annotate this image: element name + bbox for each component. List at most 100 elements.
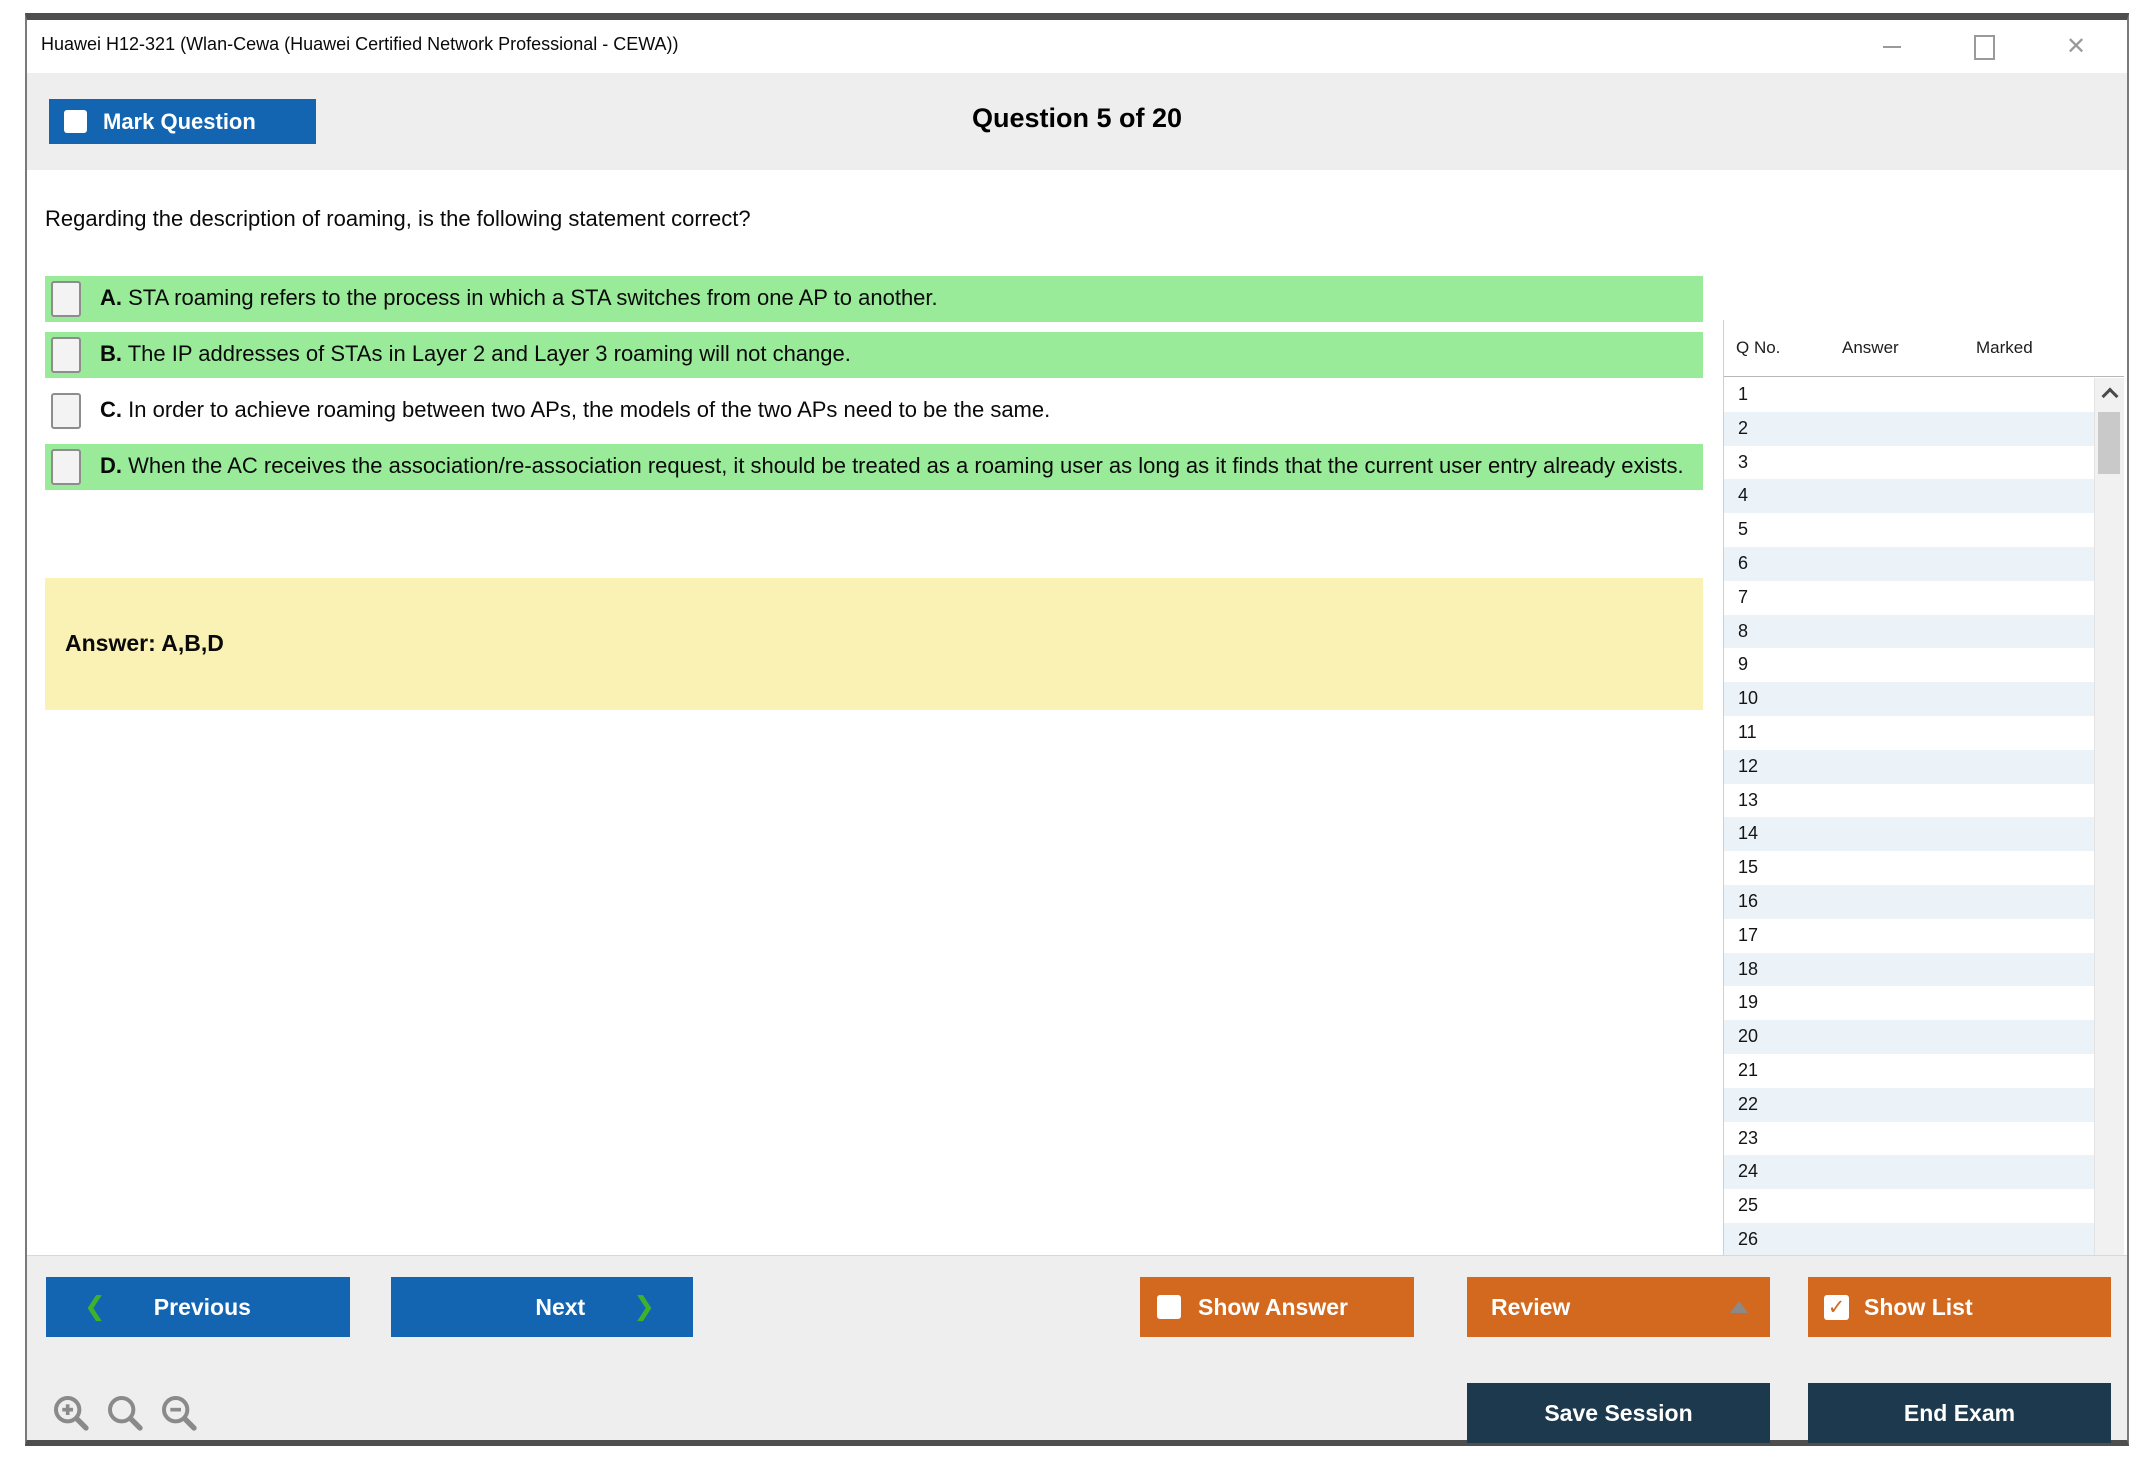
question-number: 4: [1738, 485, 1749, 506]
option-checkbox[interactable]: [51, 281, 81, 317]
window-title: Huawei H12-321 (Wlan-Cewa (Huawei Certif…: [41, 34, 679, 54]
option-checkbox[interactable]: [51, 449, 81, 485]
question-number: 10: [1738, 688, 1759, 709]
question-list-row[interactable]: 25: [1724, 1189, 2094, 1223]
question-list-row[interactable]: 4: [1724, 479, 2094, 514]
question-list-row[interactable]: 15: [1724, 851, 2094, 885]
question-number: 19: [1738, 992, 1759, 1013]
close-icon[interactable]: ✕: [2063, 34, 2089, 60]
show-answer-label: Show Answer: [1198, 1293, 1348, 1320]
zoom-controls: [51, 1393, 199, 1433]
save-session-button[interactable]: Save Session: [1467, 1383, 1770, 1443]
show-list-label: Show List: [1864, 1293, 1973, 1320]
header-band: Mark Question Question 5 of 20: [27, 73, 2127, 170]
minimize-icon[interactable]: [1879, 34, 1905, 60]
zoom-in-icon[interactable]: [51, 1393, 91, 1433]
question-list-row[interactable]: 5: [1724, 513, 2094, 547]
option-letter: D.: [100, 453, 122, 478]
end-exam-label: End Exam: [1903, 1399, 2016, 1426]
question-number: 1: [1738, 384, 1749, 404]
previous-button[interactable]: ❮ Previous: [46, 1277, 350, 1337]
next-label: Next: [535, 1293, 586, 1320]
column-header-marked: Marked: [1976, 338, 2033, 357]
question-list-row[interactable]: 11: [1724, 716, 2094, 750]
title-bar: Huawei H12-321 (Wlan-Cewa (Huawei Certif…: [27, 20, 2127, 73]
question-list-row[interactable]: 22: [1724, 1087, 2094, 1122]
question-list-row[interactable]: 24: [1724, 1155, 2094, 1190]
option-row[interactable]: A. STA roaming refers to the process in …: [45, 276, 1703, 322]
zoom-out-icon[interactable]: [159, 1393, 199, 1433]
option-text: The IP addresses of STAs in Layer 2 and …: [127, 341, 851, 366]
question-list-row[interactable]: 23: [1724, 1122, 2094, 1156]
scrollbar-thumb[interactable]: [2098, 412, 2120, 474]
question-number: 21: [1738, 1059, 1759, 1080]
question-list-row[interactable]: 18: [1724, 952, 2094, 987]
review-label: Review: [1491, 1293, 1571, 1320]
zoom-reset-icon[interactable]: [105, 1393, 145, 1433]
question-list-scrollbar[interactable]: [2094, 378, 2124, 1405]
option-row[interactable]: B. The IP addresses of STAs in Layer 2 a…: [45, 332, 1703, 378]
question-list-header: Q No. Answer Marked: [1724, 320, 2124, 377]
option-checkbox[interactable]: [51, 337, 81, 373]
question-list-row[interactable]: 16: [1724, 884, 2094, 919]
maximize-icon[interactable]: [1971, 34, 1997, 60]
footer-bar: ❮ Previous Next ❯ Show Answer Review ✓ S…: [27, 1255, 2127, 1443]
question-number: 16: [1738, 890, 1759, 911]
question-number: 13: [1738, 789, 1759, 810]
question-list-row[interactable]: 20: [1724, 1020, 2094, 1054]
question-list-row[interactable]: 26: [1724, 1222, 2094, 1257]
question-number: 25: [1738, 1195, 1759, 1216]
question-list-row[interactable]: 3: [1724, 446, 2094, 480]
question-number: 23: [1738, 1127, 1759, 1148]
answer-text: Answer: A,B,D: [65, 630, 224, 656]
question-list-row[interactable]: 14: [1724, 817, 2094, 852]
options-list: A. STA roaming refers to the process in …: [45, 276, 1703, 500]
show-list-button[interactable]: ✓ Show List: [1808, 1277, 2111, 1337]
question-number: 2: [1738, 417, 1749, 438]
question-number: 17: [1738, 924, 1759, 945]
review-button[interactable]: Review: [1467, 1277, 1770, 1337]
main-content: Regarding the description of roaming, is…: [27, 170, 2127, 1405]
next-button[interactable]: Next ❯: [391, 1277, 693, 1337]
caret-up-icon: [1730, 1301, 1748, 1313]
question-list-row[interactable]: 17: [1724, 919, 2094, 953]
question-list: 1 2 3 4 5 6 7 8 9 10 11 12 13 14 15 16 1…: [1724, 378, 2094, 1405]
option-letter: A.: [100, 285, 122, 310]
option-row[interactable]: C. In order to achieve roaming between t…: [45, 388, 1703, 434]
show-answer-button[interactable]: Show Answer: [1140, 1277, 1414, 1337]
question-list-row[interactable]: 1: [1724, 378, 2094, 412]
window-controls: ✕: [1879, 30, 2089, 64]
scroll-up-icon[interactable]: [2095, 378, 2124, 408]
column-header-answer: Answer: [1842, 338, 1899, 357]
question-number: 14: [1738, 823, 1759, 844]
question-list-row[interactable]: 21: [1724, 1054, 2094, 1088]
question-number: 22: [1738, 1093, 1759, 1114]
option-row[interactable]: D. When the AC receives the association/…: [45, 444, 1703, 490]
question-list-row[interactable]: 6: [1724, 546, 2094, 581]
column-header-qno: Q No.: [1736, 338, 1781, 357]
question-number: 15: [1738, 857, 1759, 878]
end-exam-button[interactable]: End Exam: [1808, 1383, 2111, 1443]
option-text: When the AC receives the association/re-…: [128, 453, 1684, 478]
option-checkbox[interactable]: [51, 393, 81, 429]
question-list-row[interactable]: 10: [1724, 682, 2094, 716]
question-number: 20: [1738, 1026, 1759, 1047]
question-list-row[interactable]: 9: [1724, 648, 2094, 682]
save-session-label: Save Session: [1544, 1399, 1693, 1426]
question-list-row[interactable]: 19: [1724, 986, 2094, 1020]
option-text: STA roaming refers to the process in whi…: [128, 285, 938, 310]
question-number: 11: [1738, 721, 1757, 742]
show-answer-checkbox-icon[interactable]: [1157, 1295, 1181, 1319]
question-number: 8: [1738, 620, 1749, 641]
question-list-row[interactable]: 2: [1724, 411, 2094, 446]
question-list-row[interactable]: 7: [1724, 581, 2094, 615]
question-list-row[interactable]: 8: [1724, 614, 2094, 649]
show-list-checkbox-icon[interactable]: ✓: [1824, 1294, 1849, 1320]
question-list-row[interactable]: 13: [1724, 784, 2094, 818]
question-number: 12: [1738, 755, 1759, 776]
question-number: 9: [1738, 654, 1749, 675]
question-number: 7: [1738, 586, 1749, 607]
option-text: In order to achieve roaming between two …: [128, 397, 1051, 422]
question-number: 5: [1738, 519, 1749, 540]
question-list-row[interactable]: 12: [1724, 749, 2094, 784]
